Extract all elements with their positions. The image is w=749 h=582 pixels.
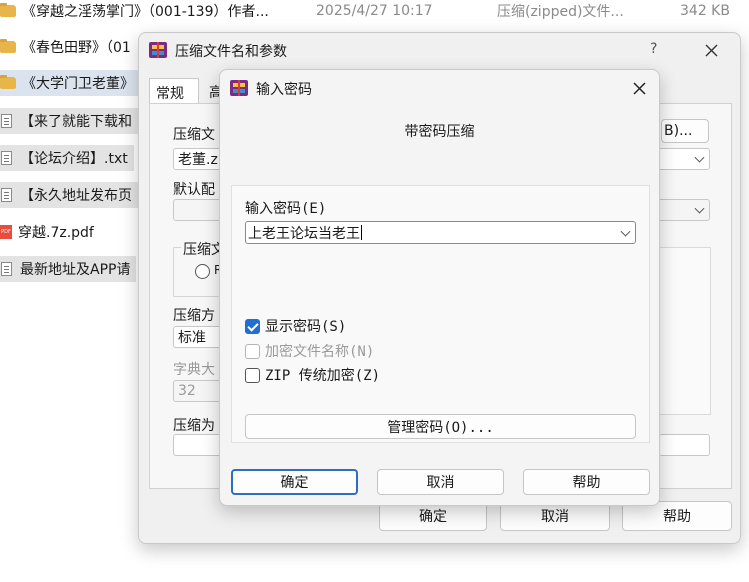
chevron-down-icon xyxy=(694,203,705,214)
winrar-icon xyxy=(149,42,167,58)
show-password-label: 显示密码(S) xyxy=(265,319,347,335)
password-dialog-title: 输入密码 xyxy=(256,82,312,98)
file-name: 《春色田野》（01 xyxy=(22,40,131,56)
encrypt-names-checkbox[interactable]: 加密文件名称(N) xyxy=(245,341,374,361)
text-file-icon xyxy=(1,188,12,202)
split-field-end xyxy=(659,434,710,456)
password-help-button[interactable]: 帮助 xyxy=(523,469,650,495)
file-row[interactable]: 【来了就能下载和 xyxy=(0,108,138,134)
help-question-icon[interactable]: ? xyxy=(650,41,657,57)
file-type: 压缩(zipped)文件... xyxy=(497,4,624,20)
tab-general-label: 常规 xyxy=(156,86,184,102)
close-icon[interactable] xyxy=(633,82,646,95)
folder-zip-icon xyxy=(0,75,16,89)
password-input[interactable]: 上老王论坛当老王 xyxy=(245,221,636,244)
file-date: 2025/4/27 10:17 xyxy=(316,3,433,19)
zip-legacy-label: ZIP 传统加密(Z) xyxy=(265,368,381,384)
file-name: 《大学门卫老董》 xyxy=(22,76,134,92)
password-dialog: 输入密码 带密码压缩 输入密码(E) 上老王论坛当老王 显示密码(S) 加密文件… xyxy=(219,69,660,506)
file-row[interactable]: 《大学门卫老董》 xyxy=(0,70,140,96)
enter-password-label: 输入密码(E) xyxy=(245,201,327,217)
text-file-icon xyxy=(1,151,12,165)
method-label: 压缩方 xyxy=(173,308,215,324)
checkbox-checked-icon xyxy=(245,318,260,334)
checkbox-icon xyxy=(245,343,260,359)
file-row[interactable]: 【永久地址发布页 xyxy=(0,182,138,208)
file-row[interactable]: 【论坛介绍】.txt xyxy=(0,145,134,171)
text-file-icon xyxy=(1,262,12,276)
text-caret xyxy=(361,225,362,240)
archive-dialog-title: 压缩文件名和参数 xyxy=(175,44,287,60)
folder-zip-icon xyxy=(0,39,16,53)
password-dialog-titlebar[interactable]: 输入密码 xyxy=(220,70,659,104)
close-icon[interactable] xyxy=(705,44,718,57)
dict-select[interactable]: 32 xyxy=(173,380,223,402)
file-name: 【论坛介绍】.txt xyxy=(20,151,128,167)
winrar-icon xyxy=(230,80,248,96)
file-name: 【永久地址发布页 xyxy=(20,188,132,204)
split-label: 压缩为 xyxy=(173,418,215,434)
dict-value: 32 xyxy=(178,383,196,399)
tab-general[interactable]: 常规 xyxy=(149,78,199,104)
pdf-file-icon: PDF xyxy=(0,225,12,239)
chevron-down-icon xyxy=(620,226,631,237)
show-password-checkbox[interactable]: 显示密码(S) xyxy=(245,316,346,336)
archive-dialog-titlebar[interactable]: 压缩文件名和参数 ? xyxy=(139,33,740,67)
text-file-icon xyxy=(1,114,12,128)
password-value: 上老王论坛当老王 xyxy=(248,225,360,242)
chevron-down-icon xyxy=(694,152,705,163)
file-row[interactable]: 《春色田野》（01 xyxy=(0,34,137,60)
encrypt-names-label: 加密文件名称(N) xyxy=(265,344,375,360)
dict-label: 字典大 xyxy=(173,362,215,378)
manage-passwords-button[interactable]: 管理密码(O)... xyxy=(245,414,636,439)
password-heading: 带密码压缩 xyxy=(404,124,475,140)
file-row[interactable]: 《穿越之淫荡掌门》（001-139）作者... 2025/4/27 10:17 … xyxy=(0,0,730,24)
file-name: 《穿越之淫荡掌门》（001-139）作者... xyxy=(22,4,269,20)
archive-name-label: 压缩文 xyxy=(173,127,215,143)
format-radio[interactable] xyxy=(195,264,210,279)
file-row[interactable]: PDF 穿越.7z.pdf xyxy=(0,219,100,245)
file-row[interactable]: 最新地址及APP请 xyxy=(0,256,137,282)
password-cancel-button[interactable]: 取消 xyxy=(377,469,504,495)
method-value: 标准 xyxy=(178,330,206,346)
profile-label: 默认配 xyxy=(173,182,215,198)
tab-advanced[interactable]: 高 xyxy=(201,78,223,104)
password-ok-button[interactable]: 确定 xyxy=(231,469,358,495)
file-name: 最新地址及APP请 xyxy=(20,262,131,278)
archive-name-value: 老董.z xyxy=(178,152,218,168)
file-size: 342 KB xyxy=(680,3,730,19)
browse-button[interactable]: B)... xyxy=(661,119,709,143)
split-field[interactable] xyxy=(173,434,223,456)
file-name: 穿越.7z.pdf xyxy=(18,225,94,241)
folder-zip-icon xyxy=(0,3,16,17)
checkbox-icon xyxy=(245,367,260,383)
method-select[interactable]: 标准 xyxy=(173,326,223,348)
file-name: 【来了就能下载和 xyxy=(20,114,132,130)
zip-legacy-checkbox[interactable]: ZIP 传统加密(Z) xyxy=(245,365,380,385)
